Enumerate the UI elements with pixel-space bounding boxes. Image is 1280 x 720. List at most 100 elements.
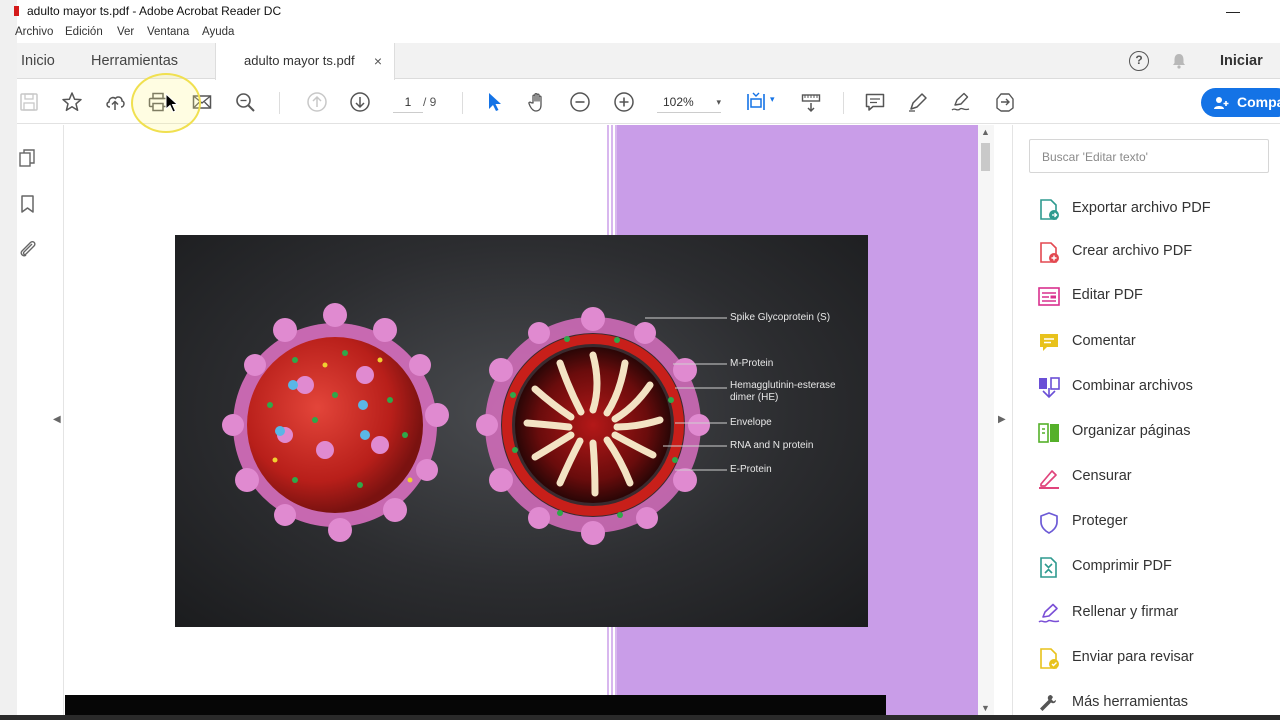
figure-label-hemagglutinin: Hemagglutinin-esterase dimer (HE) (730, 380, 836, 403)
scroll-mode-icon[interactable] (799, 90, 823, 114)
comment-icon[interactable] (863, 90, 887, 114)
figure-label-envelope: Envelope (730, 417, 772, 428)
tool-label: Editar PDF (1072, 287, 1143, 303)
select-arrow-icon[interactable] (482, 90, 506, 114)
tab-inicio[interactable]: Inicio (21, 43, 55, 79)
tab-document-label: adulto mayor ts.pdf (244, 53, 355, 68)
prev-page-icon[interactable] (305, 90, 329, 114)
add-person-icon (1214, 97, 1229, 109)
tool-comprimir-pdf[interactable]: Comprimir PDF (1037, 552, 1277, 582)
send-review-icon (1040, 648, 1059, 669)
title-bar: adulto mayor ts.pdf - Adobe Acrobat Read… (14, 0, 1280, 22)
main-toolbar: 1 / 9 102% ▾ ▾ Comp (17, 80, 1280, 124)
figure-label-rna-n-protein: RNA and N protein (730, 440, 814, 451)
scrollbar-thumb[interactable] (981, 143, 990, 171)
tool-label: Exportar archivo PDF (1072, 200, 1211, 216)
tool-crear-pdf[interactable]: Crear archivo PDF (1037, 237, 1277, 267)
star-icon[interactable] (60, 90, 84, 114)
document-scrollbar[interactable]: ▲ ▼ (978, 125, 994, 720)
window-left-edge (0, 0, 17, 720)
collapse-right-panel-icon[interactable]: ▶ (998, 414, 1006, 425)
hand-icon[interactable] (525, 90, 549, 114)
tool-label: Comprimir PDF (1072, 558, 1172, 574)
create-pdf-icon (1040, 242, 1059, 263)
toolbar-separator (462, 92, 463, 114)
notifications-bell-icon[interactable] (1170, 52, 1188, 70)
sign-in-link[interactable]: Iniciar (1220, 43, 1263, 79)
tool-comentar[interactable]: Comentar (1037, 327, 1277, 357)
sign-icon[interactable] (949, 90, 973, 114)
bookmarks-icon[interactable] (17, 193, 39, 215)
more-tools-icon[interactable] (993, 90, 1017, 114)
compress-pdf-icon (1040, 557, 1057, 578)
tool-label: Enviar para revisar (1072, 649, 1194, 665)
tool-combinar-archivos[interactable]: Combinar archivos (1037, 372, 1277, 402)
zoom-level-select[interactable]: 102% ▾ (657, 91, 721, 113)
comment-tool-icon (1040, 334, 1058, 351)
tools-search-input[interactable]: Buscar 'Editar texto' (1029, 139, 1269, 173)
tool-mas-herramientas[interactable]: Más herramientas (1037, 688, 1277, 718)
acrobat-window: adulto mayor ts.pdf - Adobe Acrobat Read… (0, 0, 1280, 720)
tool-label: Comentar (1072, 333, 1136, 349)
menu-ver[interactable]: Ver (117, 22, 134, 43)
tool-rellenar-firmar[interactable]: Rellenar y firmar (1037, 598, 1277, 628)
page-thumbnails-icon[interactable] (17, 147, 39, 169)
tool-label: Combinar archivos (1072, 378, 1193, 394)
figure-label-spike: Spike Glycoprotein (S) (730, 312, 831, 323)
virus-cross-section (476, 307, 710, 545)
edit-pdf-icon (1038, 287, 1060, 306)
tool-label: Más herramientas (1072, 694, 1189, 710)
tools-pane: Buscar 'Editar texto' Exportar archivo P… (1012, 125, 1280, 720)
menu-ventana[interactable]: Ventana (147, 22, 189, 43)
combine-files-icon (1039, 377, 1060, 399)
figure-label-e-protein: E-Protein (730, 464, 772, 475)
toolbar-separator (279, 92, 280, 114)
fit-page-chevron-icon[interactable]: ▾ (770, 94, 775, 105)
tool-label: Crear archivo PDF (1072, 243, 1193, 259)
tool-editar-pdf[interactable]: Editar PDF (1037, 281, 1277, 311)
tool-exportar-pdf[interactable]: Exportar archivo PDF (1037, 194, 1277, 224)
tool-enviar-revisar[interactable]: Enviar para revisar (1037, 643, 1277, 673)
close-tab-icon[interactable]: × (374, 43, 382, 79)
share-button[interactable]: Compartir (1201, 88, 1280, 117)
redact-icon (1039, 470, 1059, 489)
zoom-level-value: 102% (663, 95, 694, 109)
collapse-left-panel-icon[interactable]: ◀ (53, 414, 61, 425)
tool-label: Censurar (1072, 468, 1132, 484)
help-icon[interactable]: ? (1129, 51, 1149, 71)
menu-bar: Archivo Edición Ver Ventana Ayuda (15, 22, 1280, 43)
next-page-icon[interactable] (348, 90, 372, 114)
tab-bar: Inicio Herramientas adulto mayor ts.pdf … (17, 43, 1280, 80)
page-number-input[interactable]: 1 (393, 91, 423, 113)
export-pdf-icon (1040, 199, 1059, 220)
save-icon[interactable] (17, 90, 41, 114)
tool-label: Proteger (1072, 513, 1128, 529)
menu-ayuda[interactable]: Ayuda (202, 22, 234, 43)
zoom-in-icon[interactable] (612, 90, 636, 114)
highlight-pen-icon[interactable] (906, 90, 930, 114)
organize-pages-icon (1038, 423, 1059, 443)
more-tools-list-icon (1040, 695, 1056, 711)
tool-organizar-paginas[interactable]: Organizar páginas (1037, 417, 1277, 447)
protect-icon (1040, 512, 1058, 534)
search-zoom-icon[interactable] (233, 90, 257, 114)
zoom-out-icon[interactable] (568, 90, 592, 114)
scroll-up-icon[interactable]: ▲ (981, 127, 990, 137)
tool-label: Rellenar y firmar (1072, 604, 1179, 620)
tool-proteger[interactable]: Proteger (1037, 507, 1277, 537)
tool-label: Organizar páginas (1072, 423, 1191, 439)
acrobat-app-icon (14, 6, 19, 16)
virus-exterior (222, 303, 449, 542)
tool-censurar[interactable]: Censurar (1037, 462, 1277, 492)
fit-page-icon[interactable] (744, 90, 768, 114)
tab-document[interactable]: adulto mayor ts.pdf × (215, 43, 395, 80)
upload-icon[interactable] (103, 90, 127, 114)
share-button-label: Compartir (1237, 94, 1280, 110)
figure-label-m-protein: M-Protein (730, 358, 774, 369)
attachments-icon[interactable] (17, 238, 39, 260)
scroll-down-icon[interactable]: ▼ (981, 703, 990, 713)
document-view[interactable]: Spike Glycoprotein (S) M-Protein Hemaggl… (65, 125, 978, 720)
menu-archivo[interactable]: Archivo (15, 22, 53, 43)
menu-edicion[interactable]: Edición (65, 22, 103, 43)
minimize-button[interactable]: — (1226, 0, 1240, 22)
